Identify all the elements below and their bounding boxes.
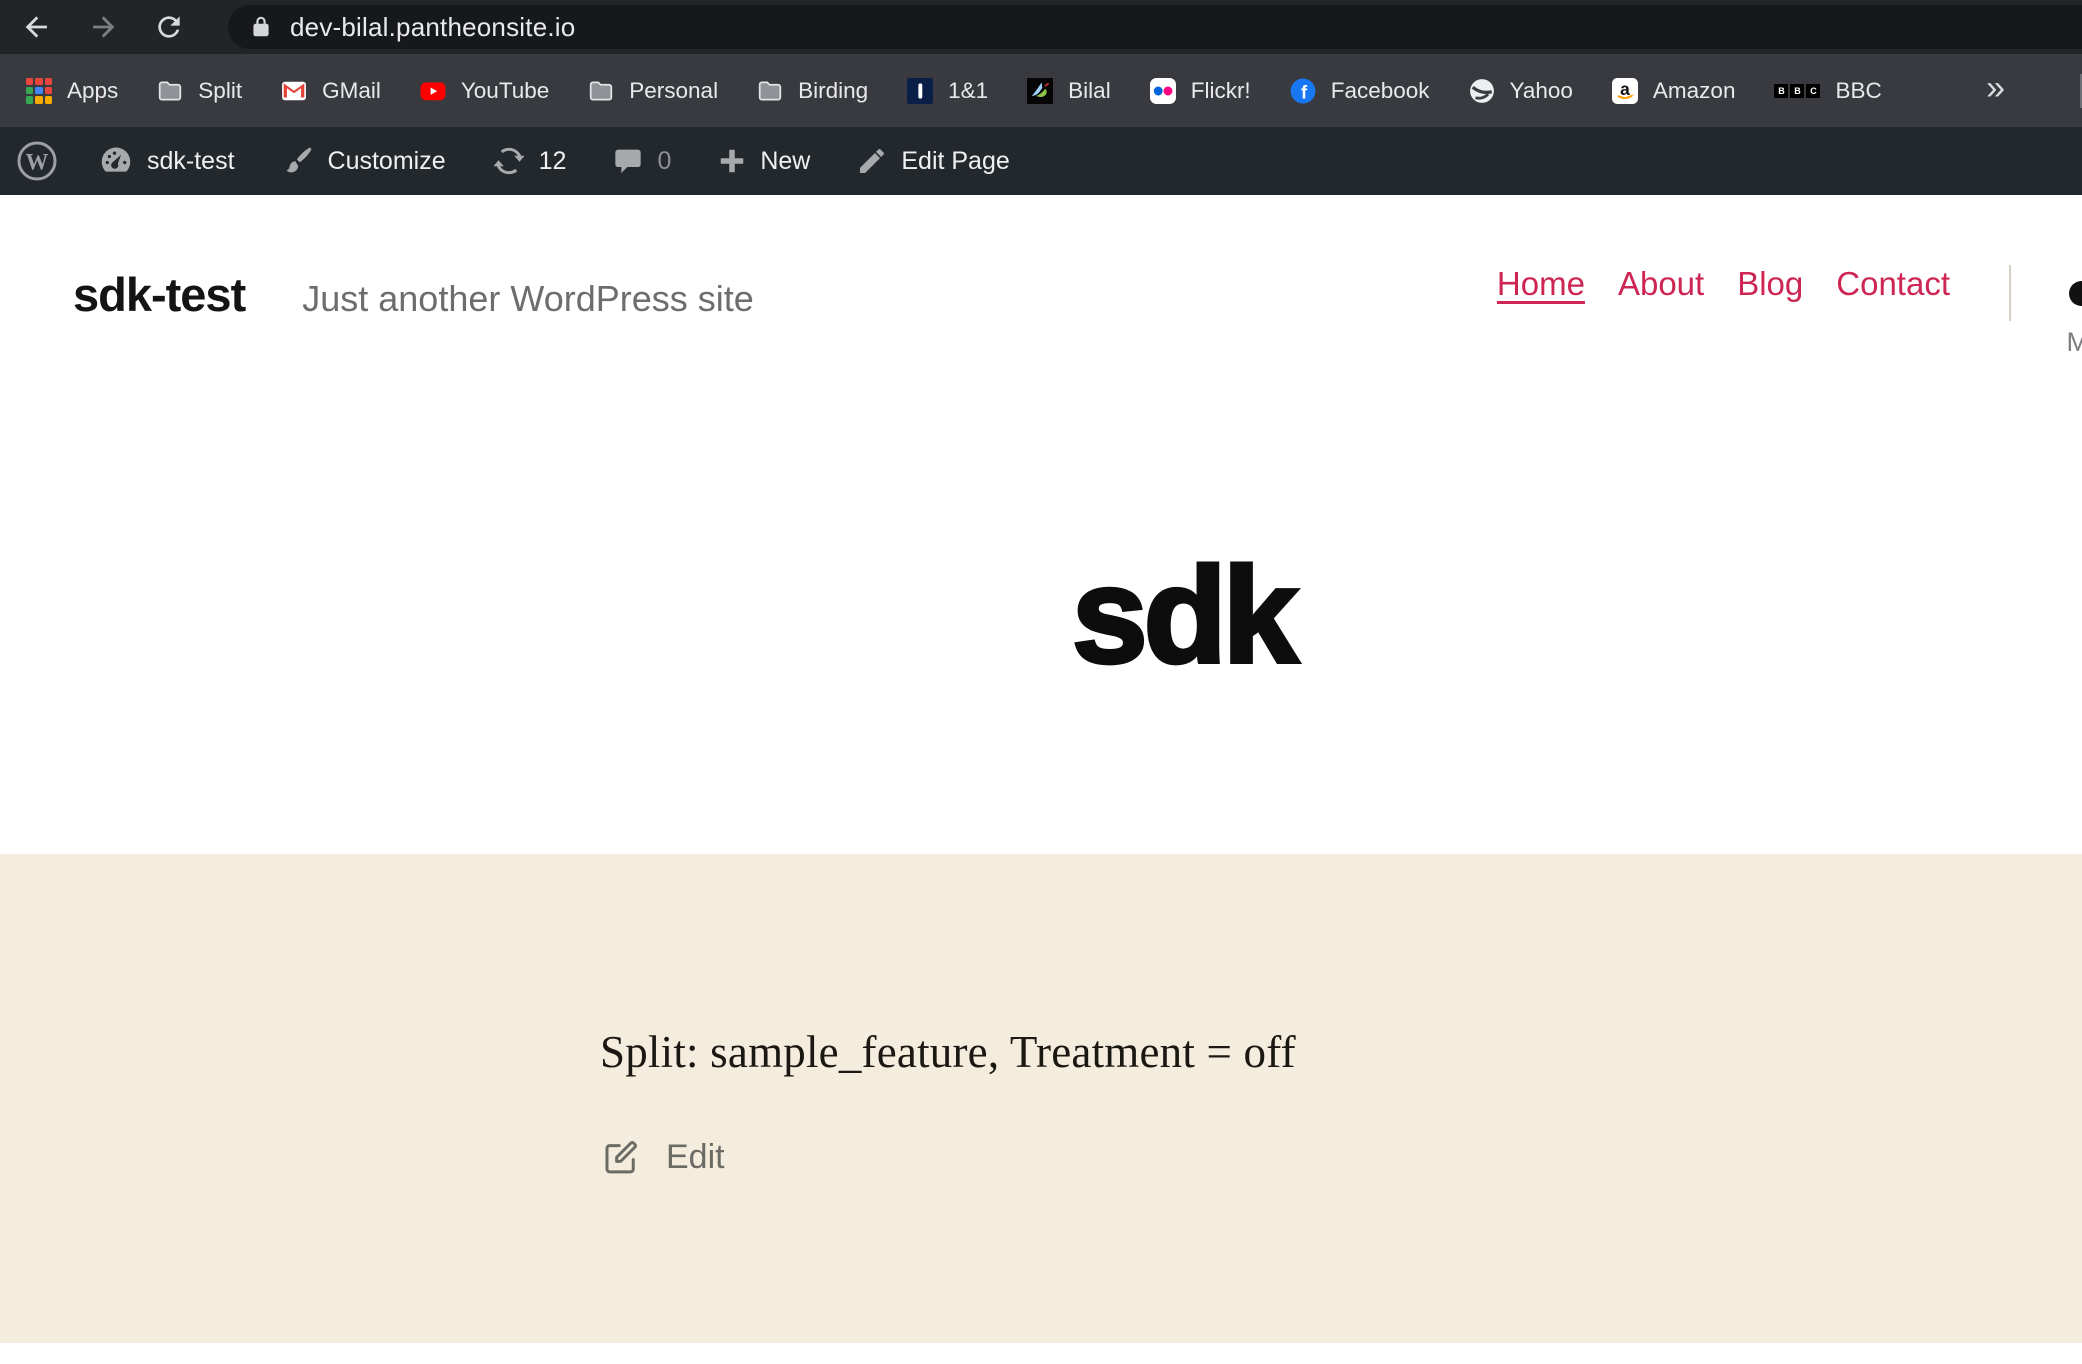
- split-section: Split: sample_feature, Treatment = off E…: [0, 854, 2082, 1343]
- pencil-icon: [856, 145, 888, 177]
- nav-about[interactable]: About: [1618, 265, 1704, 303]
- bookmark-label: YouTube: [461, 78, 549, 104]
- admin-bar-comments[interactable]: 0: [612, 145, 671, 177]
- bookmark-amazon[interactable]: a Amazon: [1612, 78, 1736, 104]
- nav-contact[interactable]: Contact: [1836, 265, 1950, 303]
- bookmark-label: Apps: [67, 78, 118, 104]
- folder-icon: [757, 78, 783, 104]
- admin-bar-comments-count: 0: [657, 147, 671, 176]
- bookmark-label: Personal: [629, 78, 718, 104]
- url-text[interactable]: dev-bilal.pantheonsite.io: [290, 12, 575, 43]
- admin-bar-new-label: New: [760, 147, 810, 176]
- admin-bar-new[interactable]: New: [717, 146, 810, 176]
- primary-nav: Home About Blog Contact: [1497, 265, 1950, 303]
- comment-bubble-icon: [612, 145, 644, 177]
- admin-bar-edit-page[interactable]: Edit Page: [856, 145, 1009, 177]
- reload-icon: [153, 11, 185, 43]
- bookmark-label: 1&1: [948, 78, 988, 104]
- bookmark-facebook[interactable]: f Facebook: [1290, 78, 1430, 104]
- admin-bar-customize-label: Customize: [328, 147, 446, 176]
- reload-button[interactable]: [148, 6, 190, 48]
- dashboard-gauge-icon: [98, 143, 134, 179]
- customize-brush-icon: [281, 144, 315, 178]
- bookmark-label: Bilal: [1068, 78, 1111, 104]
- bookmark-label: BBC: [1835, 78, 1881, 104]
- oneandone-icon: [907, 78, 933, 104]
- edit-link[interactable]: Edit: [600, 1136, 2082, 1178]
- bookmark-yahoo[interactable]: Yahoo: [1469, 78, 1573, 104]
- gmail-icon: [281, 78, 307, 104]
- google-apps-grid-icon: [26, 78, 52, 104]
- bookmark-split[interactable]: Split: [157, 78, 242, 104]
- bookmark-label: Amazon: [1653, 78, 1736, 104]
- site-title[interactable]: sdk-test: [73, 267, 245, 322]
- admin-bar-updates[interactable]: 12: [492, 144, 567, 178]
- lock-icon: [248, 14, 274, 40]
- hummingbird-icon: [1027, 78, 1053, 104]
- bookmarks-overflow-chevron[interactable]: »: [1986, 69, 2005, 112]
- edit-icon: [600, 1136, 642, 1178]
- facebook-icon: f: [1290, 78, 1316, 104]
- bookmark-bilal[interactable]: Bilal: [1027, 78, 1111, 104]
- nav-home[interactable]: Home: [1497, 265, 1585, 303]
- bookmark-label: Birding: [798, 78, 868, 104]
- bookmark-birding[interactable]: Birding: [757, 78, 868, 104]
- facebook-letter: f: [1301, 81, 1308, 102]
- edit-link-label: Edit: [666, 1138, 725, 1177]
- plus-icon: [717, 146, 747, 176]
- site-header: sdk-test Just another WordPress site Hom…: [0, 195, 2082, 322]
- forward-arrow-icon: [86, 10, 120, 44]
- bookmark-flickr[interactable]: Flickr!: [1150, 78, 1251, 104]
- menu-label-partial[interactable]: M: [2067, 327, 2082, 358]
- wordpress-logo-icon: W: [16, 140, 58, 182]
- site-tagline: Just another WordPress site: [302, 278, 754, 320]
- wp-logo-menu[interactable]: W: [16, 140, 58, 182]
- admin-bar-updates-count: 12: [539, 147, 567, 176]
- menu-dot-icon[interactable]: [2069, 281, 2082, 306]
- wp-admin-bar: W sdk-test Customize 12 0: [0, 127, 2082, 195]
- site-logo: sdk: [1072, 547, 1294, 683]
- update-icon: [492, 144, 526, 178]
- back-arrow-icon: [20, 10, 54, 44]
- flickr-icon: [1150, 78, 1176, 104]
- nav-blog[interactable]: Blog: [1737, 265, 1803, 303]
- bookmark-1and1[interactable]: 1&1: [907, 78, 988, 104]
- admin-bar-site-name-label: sdk-test: [147, 147, 235, 176]
- omnibox[interactable]: dev-bilal.pantheonsite.io: [228, 5, 2082, 49]
- split-status-text: Split: sample_feature, Treatment = off: [600, 1026, 2082, 1078]
- bookmark-label: Split: [198, 78, 242, 104]
- bookmark-label: Facebook: [1331, 78, 1430, 104]
- header-divider: [2009, 265, 2011, 321]
- bookmark-label: Yahoo: [1510, 78, 1573, 104]
- amazon-icon: a: [1612, 78, 1638, 104]
- admin-bar-customize[interactable]: Customize: [281, 144, 446, 178]
- next-section-strip: [0, 1343, 2082, 1364]
- admin-bar-site-name[interactable]: sdk-test: [98, 143, 235, 179]
- site-main-white: sdk-test Just another WordPress site Hom…: [0, 195, 2082, 854]
- bookmark-personal[interactable]: Personal: [588, 78, 718, 104]
- youtube-icon: [420, 78, 446, 104]
- wordpress-letter: W: [26, 149, 49, 174]
- back-button[interactable]: [16, 6, 58, 48]
- bookmark-bbc[interactable]: B B C BBC: [1774, 78, 1881, 104]
- forward-button[interactable]: [82, 6, 124, 48]
- bookmark-label: GMail: [322, 78, 381, 104]
- yahoo-globe-icon: [1469, 78, 1495, 104]
- bookmark-gmail[interactable]: GMail: [281, 78, 381, 104]
- bookmark-label: Flickr!: [1191, 78, 1251, 104]
- bookmark-youtube[interactable]: YouTube: [420, 78, 549, 104]
- admin-bar-edit-page-label: Edit Page: [901, 147, 1009, 176]
- amazon-letter: a: [1620, 78, 1630, 98]
- bookmark-apps[interactable]: Apps: [26, 78, 118, 104]
- bbc-blocks-icon: B B C: [1774, 84, 1820, 98]
- bookmarks-bar: Apps Split GMail YouTube Personal Birdin…: [0, 54, 2082, 127]
- folder-icon: [157, 78, 183, 104]
- browser-toolbar: dev-bilal.pantheonsite.io: [0, 0, 2082, 54]
- folder-icon: [588, 78, 614, 104]
